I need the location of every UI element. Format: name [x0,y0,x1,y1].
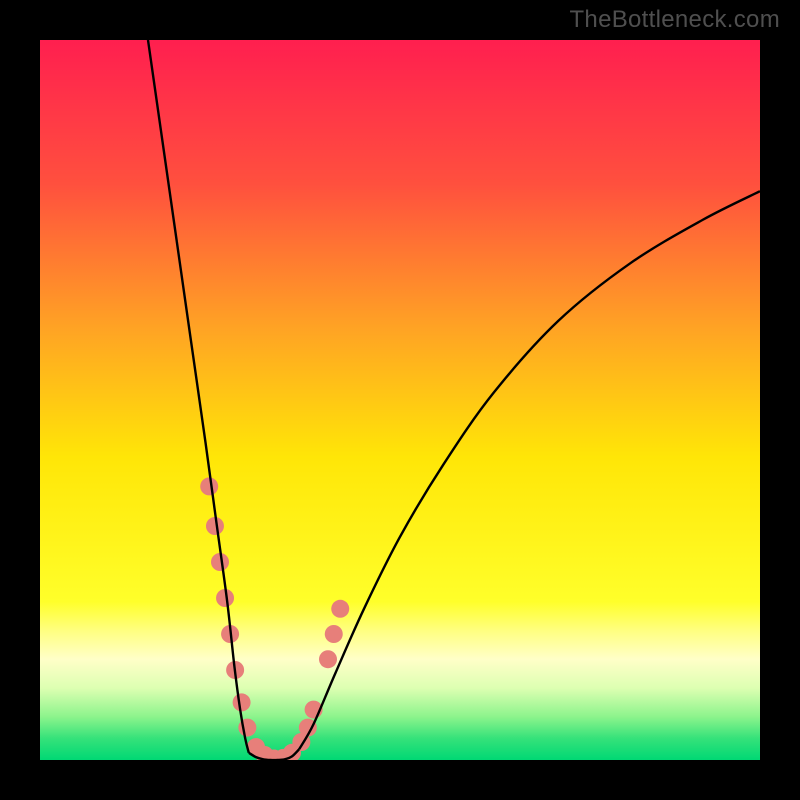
scatter-point [319,650,337,668]
curves-overlay [40,40,760,760]
scatter-point [325,625,343,643]
curve-right [299,191,760,749]
plot-area [40,40,760,760]
chart-container: TheBottleneck.com [0,0,800,800]
scatter-points [200,477,349,760]
watermark-text: TheBottleneck.com [569,6,780,34]
curve-left [148,40,249,753]
scatter-point [200,477,218,495]
scatter-point [233,693,251,711]
scatter-point [331,600,349,618]
